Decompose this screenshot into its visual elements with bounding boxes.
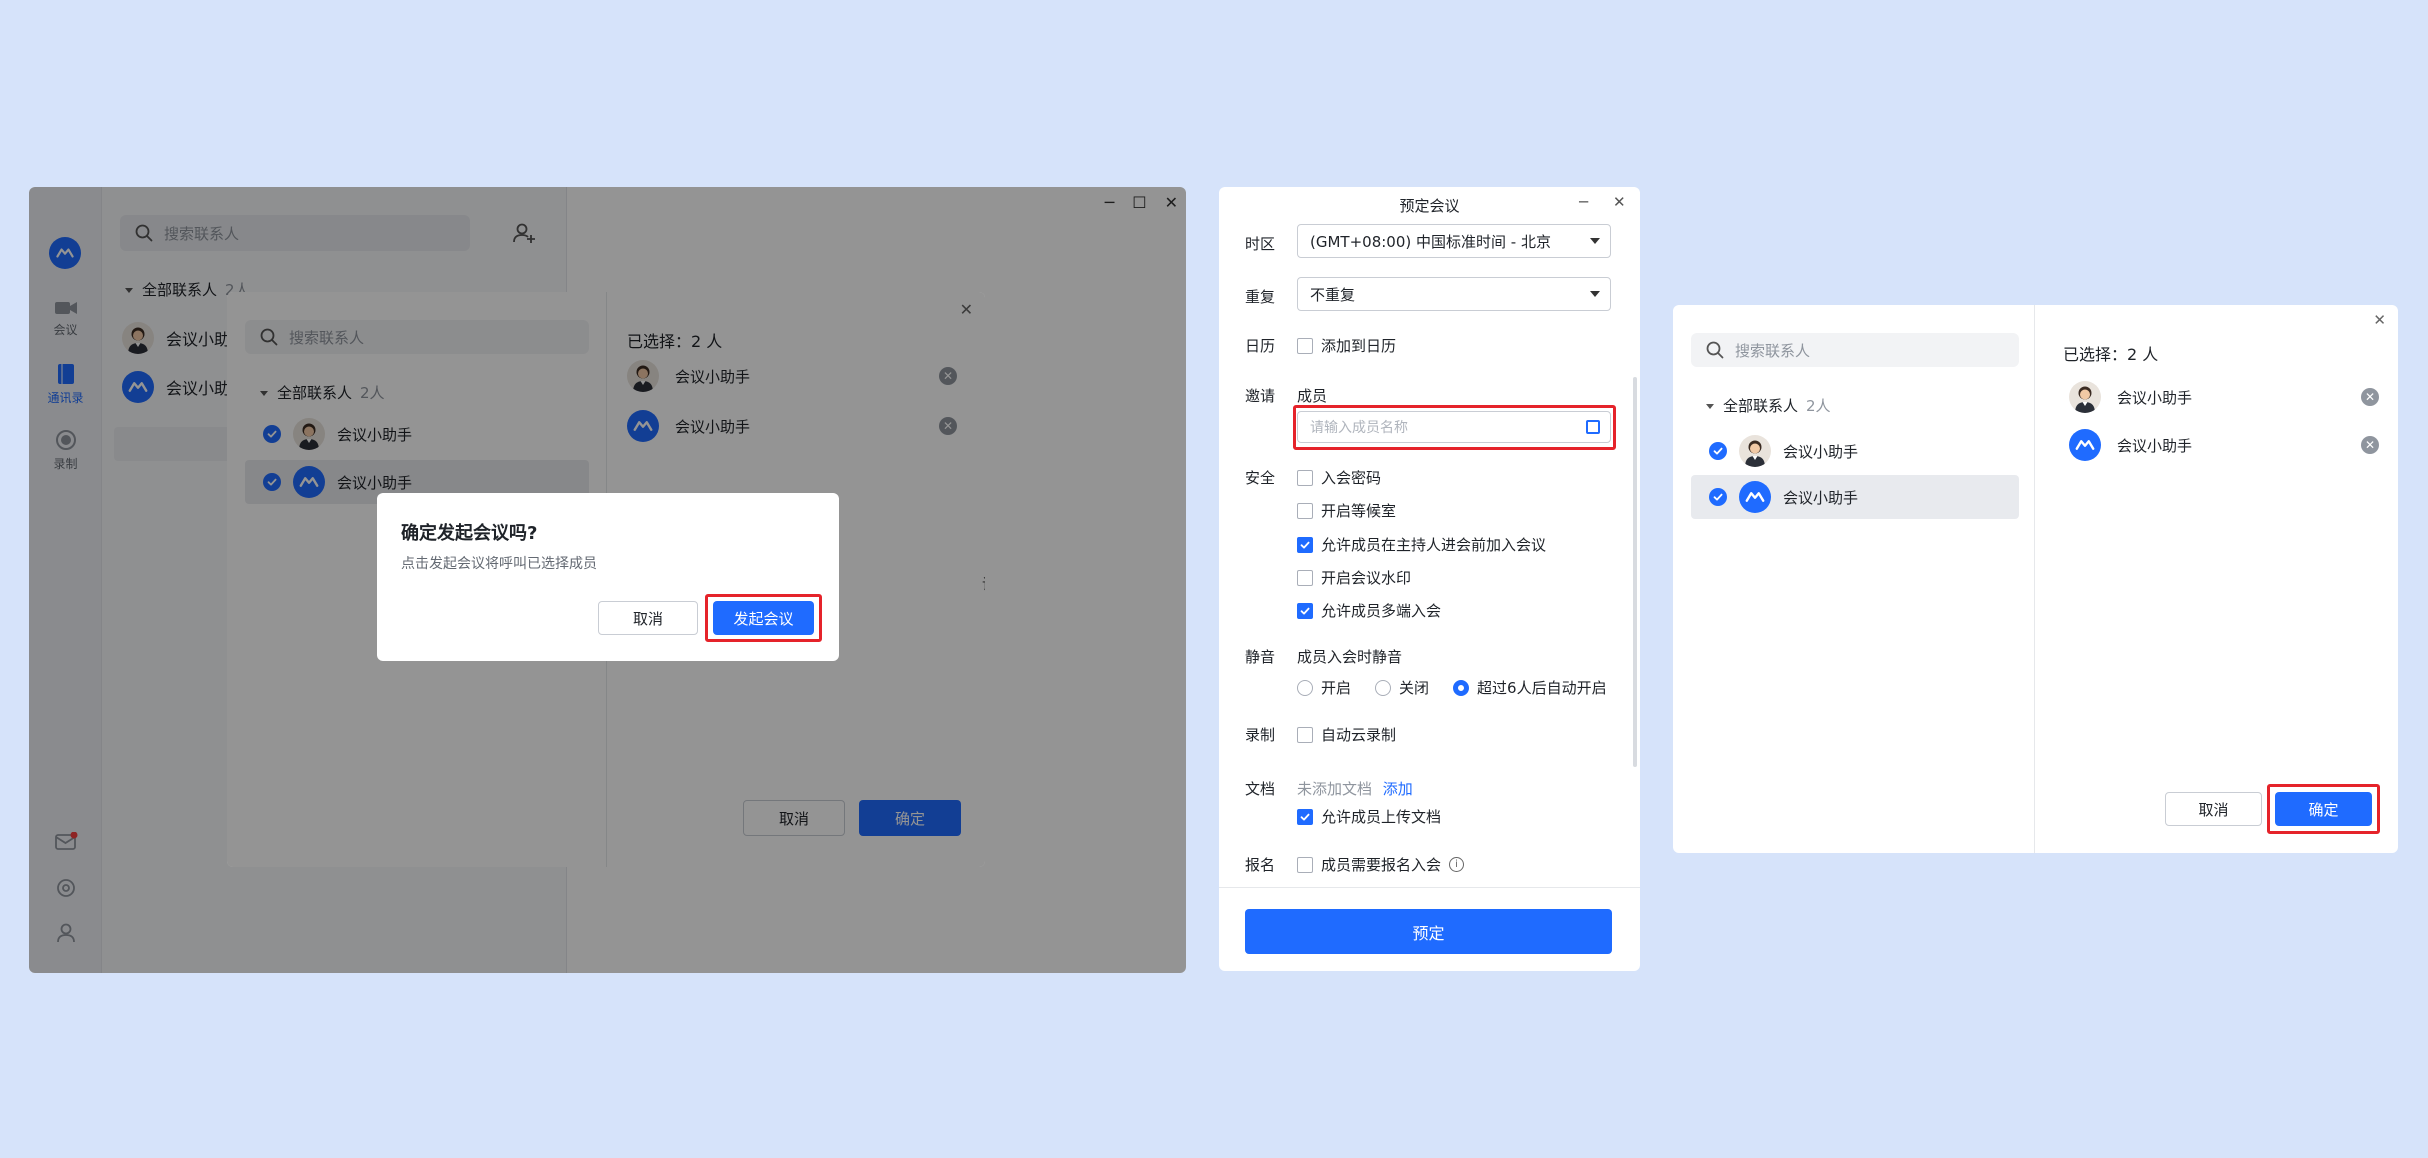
picker-row-name: 会议小助手 [1783,442,1859,461]
calendar-option[interactable]: 添加到日历 [1297,335,1396,356]
doc-none-text: 未添加文档 [1297,780,1373,798]
picker-row[interactable]: 会议小助手 [1691,429,2019,473]
schedule-meeting-window: 预定会议 ─ ✕ 时区 (GMT+08:00) 中国标准时间 - 北京 重复 不… [1219,187,1640,971]
checkbox[interactable] [1297,569,1313,586]
group-count: 2人 [1806,397,1831,415]
remove-icon[interactable]: ✕ [2361,436,2379,454]
highlight-box [1293,405,1616,450]
caret-down-icon [1705,401,1715,411]
calendar-label: 日历 [1245,337,1276,355]
selected-name: 会议小助手 [2117,388,2193,407]
checkbox-checked[interactable] [1297,536,1313,553]
security-option-label: 允许成员多端入会 [1321,602,1442,620]
highlight-box [2267,784,2380,834]
picker-left-pane: 搜索联系人 全部联系人 2人 会议小助手 会议小助手 [1673,305,2035,853]
checkbox[interactable] [1297,726,1313,743]
signup-option[interactable]: 成员需要报名入会 i [1297,854,1465,875]
doc-option-label: 允许成员上传文档 [1321,808,1442,826]
group-label: 全部联系人 [1723,397,1799,415]
calendar-option-label: 添加到日历 [1321,337,1397,355]
timezone-label: 时区 [1245,235,1276,253]
remove-icon[interactable]: ✕ [2361,388,2379,406]
footer-divider [1219,887,1640,888]
doc-add-link[interactable]: 添加 [1383,780,1413,798]
signup-label: 报名 [1245,856,1276,874]
selected-name: 会议小助手 [2117,436,2193,455]
scrollbar[interactable] [1633,377,1637,767]
picker-row-name: 会议小助手 [1783,488,1859,507]
picker-search-placeholder: 搜索联系人 [1735,341,1811,360]
confirm-title: 确定发起会议吗? [401,523,538,544]
picker-group-header[interactable]: 全部联系人 2人 [1705,395,1831,416]
contacts-window: 会议 通讯录 录制 搜索联系人 全部联系人 2人 会议小助手 会议小助手 ─ ☐… [29,187,1186,973]
doc-label: 文档 [1245,780,1276,798]
schedule-button[interactable]: 预定 [1245,909,1612,954]
selected-row: 会议小助手 ✕ [2069,429,2387,461]
mute-option-label: 关闭 [1399,679,1430,697]
security-option-label: 开启会议水印 [1321,569,1412,587]
record-option-label: 自动云录制 [1321,726,1397,744]
picker-row[interactable]: 会议小助手 [1691,475,2019,519]
repeat-label: 重复 [1245,288,1276,306]
avatar [2069,381,2101,413]
timezone-select[interactable]: (GMT+08:00) 中国标准时间 - 北京 [1297,224,1611,258]
close-icon[interactable]: ✕ [1613,193,1626,211]
minimize-icon[interactable]: ─ [1579,193,1588,211]
mute-title: 成员入会时静音 [1297,648,1403,666]
repeat-value: 不重复 [1310,285,1356,304]
record-option[interactable]: 自动云录制 [1297,724,1396,745]
confirm-cancel-button[interactable]: 取消 [598,601,698,635]
signup-option-label: 成员需要报名入会 [1321,856,1442,874]
security-label: 安全 [1245,469,1276,487]
check-icon[interactable] [1709,488,1727,506]
avatar [1739,481,1771,513]
dropdown-arrow-icon [1590,238,1600,244]
picker-cancel-button[interactable]: 取消 [2165,792,2262,826]
security-option[interactable]: 入会密码 [1297,467,1381,488]
mute-label: 静音 [1245,648,1276,666]
doc-status: 未添加文档 添加 [1297,778,1413,799]
radio[interactable] [1375,679,1392,696]
mute-options: 开启 关闭 超过6人后自动开启 [1297,677,1607,698]
confirm-dialog: 确定发起会议吗? 点击发起会议将呼叫已选择成员 取消 发起会议 [377,493,839,661]
checkbox[interactable] [1297,856,1313,873]
security-option[interactable]: 允许成员在主持人进会前加入会议 [1297,534,1546,555]
picker-search[interactable]: 搜索联系人 [1691,333,2019,367]
checkbox[interactable] [1297,337,1313,354]
security-option-label: 开启等候室 [1321,502,1397,520]
checkbox[interactable] [1297,502,1313,519]
window-title: 预定会议 [1399,197,1460,215]
selected-row: 会议小助手 ✕ [2069,381,2387,413]
doc-option[interactable]: 允许成员上传文档 [1297,806,1441,827]
close-icon[interactable]: ✕ [2373,311,2386,329]
info-icon[interactable]: i [1449,857,1465,872]
confirm-desc: 点击发起会议将呼叫已选择成员 [401,556,597,572]
member-label: 成员 [1297,387,1328,405]
mute-option-label: 超过6人后自动开启 [1477,679,1607,697]
security-option[interactable]: 允许成员多端入会 [1297,600,1441,621]
checkbox[interactable] [1297,469,1313,486]
invite-label: 邀请 [1245,387,1276,405]
repeat-select[interactable]: 不重复 [1297,277,1611,311]
selected-title: 已选择：2 人 [2063,345,2159,364]
radio[interactable] [1297,679,1313,696]
member-picker-window: 搜索联系人 全部联系人 2人 会议小助手 会议小助手 ✕ 已选择：2 人 会议小… [1673,305,2398,853]
check-icon[interactable] [1709,442,1727,460]
timezone-value: (GMT+08:00) 中国标准时间 - 北京 [1310,232,1551,251]
security-option-label: 入会密码 [1321,469,1382,487]
search-icon [1705,340,1725,360]
checkbox-checked[interactable] [1297,602,1313,619]
security-option[interactable]: 开启会议水印 [1297,567,1411,588]
highlight-box [705,594,822,642]
dropdown-arrow-icon [1590,291,1600,297]
radio-selected[interactable] [1453,679,1470,696]
security-option-label: 允许成员在主持人进会前加入会议 [1321,536,1547,554]
mute-option-label: 开启 [1321,679,1352,697]
checkbox-checked[interactable] [1297,808,1313,825]
record-label: 录制 [1245,726,1276,744]
avatar [2069,429,2101,461]
security-option[interactable]: 开启等候室 [1297,500,1396,521]
avatar [1739,435,1771,467]
